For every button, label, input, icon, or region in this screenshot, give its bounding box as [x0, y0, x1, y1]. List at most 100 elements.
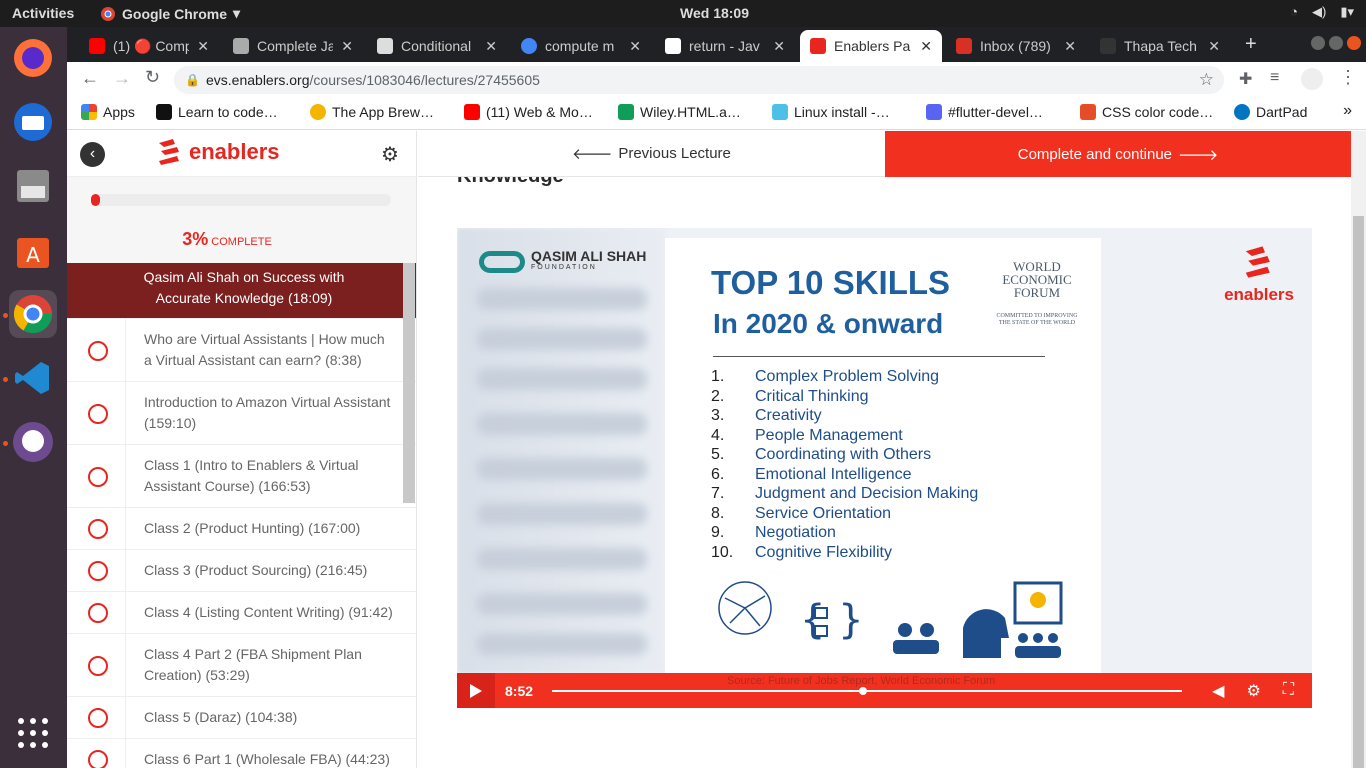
bookmark-item[interactable]: CSS color code…	[1080, 104, 1213, 120]
discord-icon	[926, 104, 942, 120]
lecture-item[interactable]: Class 1 (Intro to Enablers & Virtual Ass…	[67, 445, 416, 508]
tab-6[interactable]: Inbox (789) ✕	[946, 30, 1086, 62]
minimize-button[interactable]	[1311, 36, 1325, 50]
lecture-item[interactable]: Introduction to Amazon Virtual Assistant…	[67, 382, 416, 445]
enablers-icon	[810, 38, 826, 54]
files-launcher[interactable]	[9, 162, 57, 210]
page-scrollbar[interactable]	[1351, 131, 1366, 768]
foundation-logo-icon	[479, 251, 525, 273]
divider	[125, 592, 126, 633]
extensions-icon[interactable]: ✚	[1239, 69, 1252, 89]
arrow-right-icon: 🡒	[1178, 146, 1219, 164]
page-scrollbar-thumb[interactable]	[1353, 216, 1364, 768]
clock[interactable]: Wed 18:09	[680, 5, 749, 21]
github-icon	[13, 422, 53, 462]
bookmark-item[interactable]: Learn to code…	[156, 104, 278, 120]
lecture-item[interactable]: Class 2 (Product Hunting) (167:00)	[67, 508, 416, 550]
show-applications-button[interactable]	[9, 709, 57, 757]
seek-bar[interactable]	[552, 687, 1182, 695]
software-launcher[interactable]: A	[9, 226, 57, 274]
close-icon[interactable]: ✕	[485, 38, 497, 55]
lecture-item[interactable]: Class 3 (Product Sourcing) (216:45)	[67, 550, 416, 592]
video-player[interactable]: QASIM ALI SHAH FOUNDATION TOP 10 SKILLS I…	[457, 228, 1312, 708]
previous-lecture-button[interactable]: 🡐 Previous Lecture	[418, 131, 885, 177]
lecture-item[interactable]: Class 4 (Listing Content Writing) (91:42…	[67, 592, 416, 634]
github-launcher[interactable]	[9, 418, 57, 466]
close-icon[interactable]: ✕	[1208, 38, 1220, 55]
address-bar[interactable]: 🔒 evs.enablers.org/courses/1083046/lectu…	[174, 66, 1224, 94]
bookmark-item[interactable]: (11) Web & Mo…	[464, 104, 593, 120]
idea-team-icon	[1013, 581, 1063, 658]
close-icon[interactable]: ✕	[920, 38, 932, 55]
close-icon[interactable]: ✕	[629, 38, 641, 55]
reload-icon[interactable]: ↻	[145, 67, 160, 88]
tab-5-active[interactable]: Enablers Pa ✕	[800, 30, 942, 62]
grid-icon	[18, 718, 48, 748]
tab-2[interactable]: Conditional ✕	[367, 30, 507, 62]
skill-label: Coordinating with Others	[755, 446, 932, 463]
more-bookmarks-icon[interactable]: »	[1343, 102, 1352, 120]
firefox-launcher[interactable]	[9, 34, 57, 82]
forward-icon[interactable]: →	[113, 68, 131, 89]
settings-gear-icon[interactable]: ⚙	[1246, 681, 1260, 701]
tab-7[interactable]: Thapa Tech ✕	[1090, 30, 1230, 62]
star-icon[interactable]: ☆	[1199, 66, 1214, 94]
skill-label: Service Orientation	[755, 504, 892, 522]
back-icon[interactable]: ‹	[80, 142, 105, 167]
lecture-item[interactable]: Who are Virtual Assistants | How much a …	[67, 319, 416, 382]
close-icon[interactable]: ✕	[197, 38, 209, 55]
seek-handle[interactable]	[858, 687, 867, 695]
bookmark-item[interactable]: Wiley.HTML.a…	[618, 104, 741, 120]
thunderbird-launcher[interactable]	[9, 98, 57, 146]
tab-title: Conditional	[401, 38, 472, 54]
skill-number: 2.	[711, 387, 725, 405]
vscode-launcher[interactable]	[9, 354, 57, 402]
maximize-button[interactable]	[1329, 36, 1343, 50]
complete-and-continue-button[interactable]: Complete and continue 🡒	[885, 131, 1351, 177]
bookmark-item[interactable]: DartPad	[1234, 104, 1307, 120]
system-tray[interactable]: ◔ ◀) ▮▾	[1290, 4, 1354, 20]
lecture-title: Class 2 (Product Hunting) (167:00)	[144, 520, 361, 536]
close-icon[interactable]: ✕	[773, 38, 785, 55]
bookmark-item[interactable]: Linux install -…	[772, 104, 890, 120]
back-icon[interactable]: ←	[81, 68, 99, 89]
sidebar-scrollbar[interactable]	[403, 263, 415, 503]
tab-3[interactable]: compute m ✕	[511, 30, 651, 62]
lecture-item[interactable]: Class 5 (Daraz) (104:38)	[67, 697, 416, 739]
progress-bar	[91, 194, 391, 206]
tab-strip: (1) 🔴 Comp ✕ Complete Ja ✕ Conditional ✕ co…	[67, 27, 1366, 62]
media-icon[interactable]: ≡	[1270, 69, 1279, 87]
tab-0[interactable]: (1) 🔴 Comp ✕	[79, 30, 219, 62]
chrome-icon	[101, 6, 115, 21]
chrome-launcher[interactable]	[9, 290, 57, 338]
close-icon[interactable]: ✕	[1064, 38, 1076, 55]
activities-button[interactable]: Activities	[12, 5, 74, 21]
bookmark-item[interactable]: #flutter-devel…	[926, 104, 1043, 120]
menu-icon[interactable]: ⋮	[1339, 67, 1357, 88]
gear-icon[interactable]: ⚙	[381, 142, 399, 167]
bookmark-icon	[772, 104, 788, 120]
video-time: 8:52	[505, 682, 534, 699]
skill-label: Judgment and Decision Making	[755, 485, 979, 502]
current-lecture[interactable]: Qasim Ali Shah on Success with Accurate …	[67, 263, 416, 319]
lecture-item[interactable]: Class 4 Part 2 (FBA Shipment Plan Creati…	[67, 634, 416, 697]
close-icon[interactable]: ✕	[341, 38, 353, 55]
new-tab-button[interactable]: +	[1245, 33, 1257, 56]
app-menu[interactable]: Google Chrome ▾	[100, 5, 240, 22]
tab-1[interactable]: Complete Ja ✕	[223, 30, 363, 62]
volume-icon[interactable]: ◀	[1212, 681, 1224, 701]
firefox-icon	[14, 39, 52, 77]
youtube-icon	[89, 38, 105, 54]
skill-number: 5.	[711, 446, 725, 463]
tab-4[interactable]: return - Jav ✕	[655, 30, 795, 62]
lecture-item[interactable]: Class 6 Part 1 (Wholesale FBA) (44:23)	[67, 739, 416, 768]
fullscreen-icon[interactable]: ⛶	[1283, 681, 1294, 701]
enablers-logo[interactable]: enablers	[155, 137, 280, 167]
course-progress: 3% COMPLETE	[67, 177, 416, 263]
bookmark-apps[interactable]: Apps	[81, 104, 135, 120]
play-button[interactable]	[457, 673, 495, 708]
profile-avatar[interactable]	[1301, 68, 1323, 90]
bookmark-item[interactable]: The App Brew…	[310, 104, 434, 120]
url-path: /courses/1083046/lectures/27455605	[309, 72, 540, 88]
close-window-button[interactable]	[1347, 36, 1361, 50]
